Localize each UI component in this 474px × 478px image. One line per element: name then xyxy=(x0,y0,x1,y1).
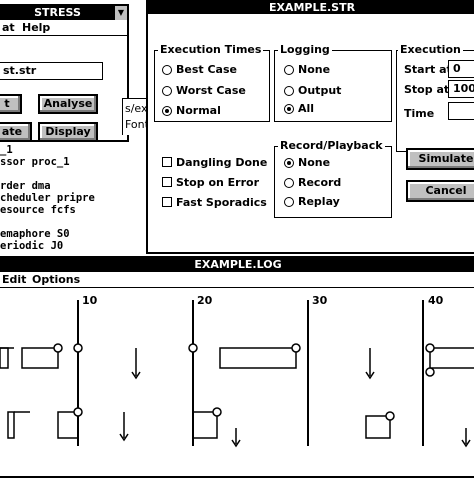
stress-title: STRESS xyxy=(34,6,81,19)
source-line: eriodic J0 xyxy=(0,240,64,252)
normal-label: Normal xyxy=(176,104,221,117)
stress-window: STRESS ▼ at Help st.str t Analyse ate Di… xyxy=(0,4,129,142)
behind-fragment: s/ex xyxy=(125,102,148,115)
menu-edit[interactable]: Edit xyxy=(2,272,26,287)
radio-replay[interactable] xyxy=(284,197,294,207)
display-button[interactable]: Display xyxy=(38,122,98,140)
dangling-done-checkbox[interactable] xyxy=(162,157,172,167)
radio-rec-none[interactable] xyxy=(284,158,294,168)
fast-sporadics-label: Fast Sporadics xyxy=(176,196,267,209)
example-str-dialog: EXAMPLE.STR Execution Times Best Case Wo… xyxy=(146,0,474,254)
radio-log-all[interactable] xyxy=(284,104,294,114)
time-label: Time xyxy=(404,107,435,120)
log-menubar: Edit Options xyxy=(0,272,474,288)
fast-sporadics-checkbox[interactable] xyxy=(162,197,172,207)
cancel-button[interactable]: Cancel xyxy=(406,180,474,202)
menu-help[interactable]: Help xyxy=(22,20,50,35)
stop-at-label: Stop at xyxy=(404,83,450,96)
dialog-titlebar: EXAMPLE.STR xyxy=(148,2,474,14)
example-log-window: EXAMPLE.LOG Edit Options 10 20 30 40 xyxy=(0,256,474,478)
record-playback-label: Record/Playback xyxy=(278,139,385,152)
source-line: cheduler pripre xyxy=(0,192,95,204)
stress-menubar: at Help xyxy=(0,20,127,36)
radio-worst-case[interactable] xyxy=(162,86,172,96)
stop-at-field[interactable]: 100 xyxy=(448,80,474,98)
execution-label: Execution xyxy=(398,43,463,56)
worst-case-label: Worst Case xyxy=(176,84,246,97)
execution-times-label: Execution Times xyxy=(158,43,264,56)
stop-on-error-label: Stop on Error xyxy=(176,176,260,189)
stress-button-1[interactable]: t xyxy=(0,94,22,114)
dangling-done-label: Dangling Done xyxy=(176,156,268,169)
file-field[interactable]: st.str xyxy=(0,62,103,80)
source-line: rder dma xyxy=(0,180,51,192)
time-field[interactable] xyxy=(448,102,474,120)
logging-label: Logging xyxy=(278,43,332,56)
stop-on-error-checkbox[interactable] xyxy=(162,177,172,187)
source-line: esource fcfs xyxy=(0,204,76,216)
rec-none-label: None xyxy=(298,156,331,169)
radio-log-output[interactable] xyxy=(284,86,294,96)
radio-log-none[interactable] xyxy=(284,65,294,75)
radio-record[interactable] xyxy=(284,178,294,188)
best-case-label: Best Case xyxy=(176,63,237,76)
source-line: _1 xyxy=(0,144,13,156)
minimize-icon[interactable]: ▼ xyxy=(114,6,127,20)
menu-file-fragment[interactable]: at xyxy=(2,20,15,35)
analyse-button[interactable]: Analyse xyxy=(38,94,98,114)
radio-normal[interactable] xyxy=(162,106,172,116)
log-titlebar: EXAMPLE.LOG xyxy=(0,258,474,272)
source-line: emaphore S0 xyxy=(0,228,70,240)
source-editor[interactable]: _1 ssor proc_1 rder dma cheduler pripre … xyxy=(0,142,148,256)
log-none-label: None xyxy=(298,63,331,76)
start-at-field[interactable]: 0 xyxy=(448,60,474,78)
timeline-canvas xyxy=(0,300,474,448)
start-at-label: Start at xyxy=(404,63,452,76)
log-all-label: All xyxy=(298,102,315,115)
replay-label: Replay xyxy=(298,195,340,208)
menu-options[interactable]: Options xyxy=(32,272,80,287)
radio-best-case[interactable] xyxy=(162,65,172,75)
stress-titlebar: STRESS ▼ xyxy=(0,6,127,20)
log-output-label: Output xyxy=(298,84,342,97)
stress-button-2[interactable]: ate xyxy=(0,122,32,140)
simulate-button[interactable]: Simulate xyxy=(406,148,474,170)
record-label: Record xyxy=(298,176,342,189)
source-line: ssor proc_1 xyxy=(0,156,70,168)
